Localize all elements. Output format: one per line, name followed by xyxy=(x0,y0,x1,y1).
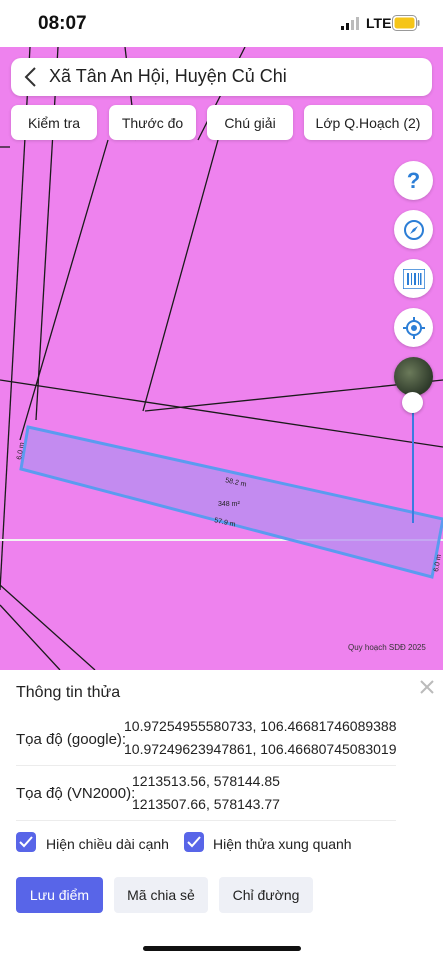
legend-button[interactable]: Chú giải xyxy=(207,105,293,140)
barcode-icon xyxy=(402,268,425,289)
checkmark-icon xyxy=(19,836,33,848)
area-label: 348 m² xyxy=(218,501,240,508)
home-indicator[interactable] xyxy=(143,946,301,951)
show-edge-length-checkbox[interactable] xyxy=(16,832,36,852)
parcel-info-panel: Thông tin thửa Tọa độ (google): 10.97254… xyxy=(0,670,443,960)
checkmark-icon xyxy=(187,836,201,848)
vn2000-coord-line-1: 1213513.56, 578144.85 xyxy=(132,773,280,789)
map-view[interactable]: 58.2 m 348 m² 57.9 m 6.0 m 6.0 m Xã Tân … xyxy=(0,47,443,670)
network-label: LTE xyxy=(366,15,392,31)
search-bar[interactable]: Xã Tân An Hội, Huyện Củ Chi xyxy=(11,58,432,96)
opacity-slider-handle[interactable] xyxy=(402,392,423,413)
vn2000-coord-line-2: 1213507.66, 578143.77 xyxy=(132,796,280,812)
ruler-button[interactable]: Thước đo xyxy=(109,105,196,140)
help-icon: ? xyxy=(406,167,421,193)
vn2000-coords-label: Tọa độ (VN2000): xyxy=(16,785,136,802)
barcode-button[interactable] xyxy=(394,259,433,298)
show-neighbors-checkbox[interactable] xyxy=(184,832,204,852)
signal-bars-icon xyxy=(341,17,359,30)
save-point-button[interactable]: Lưu điểm xyxy=(16,877,103,913)
status-time: 08:07 xyxy=(38,13,87,34)
show-neighbors-label[interactable]: Hiện thửa xung quanh xyxy=(213,836,352,852)
panel-title: Thông tin thửa xyxy=(16,684,121,701)
parcel-map: 58.2 m 348 m² 57.9 m 6.0 m 6.0 m xyxy=(0,47,443,670)
google-coords-label: Tọa độ (google): xyxy=(16,731,127,748)
divider xyxy=(16,765,396,766)
status-bar: 08:07 LTE xyxy=(0,0,443,47)
show-edge-length-label[interactable]: Hiện chiều dài cạnh xyxy=(46,836,169,852)
map-credit: Quy hoạch SDĐ 2025 xyxy=(348,643,426,652)
battery-icon xyxy=(392,15,420,31)
divider xyxy=(16,820,396,821)
opacity-slider-track[interactable] xyxy=(412,401,414,523)
google-coord-line-1: 10.97254955580733, 106.46681746089388 xyxy=(124,718,397,734)
close-icon[interactable] xyxy=(420,680,434,694)
compass-icon xyxy=(403,219,424,240)
google-coord-line-2: 10.97249623947861, 106.46680745083019 xyxy=(124,741,397,757)
satellite-thumbnail[interactable] xyxy=(394,357,433,396)
help-button[interactable]: ? xyxy=(394,161,433,200)
locate-button[interactable] xyxy=(394,308,433,347)
directions-button[interactable]: Chỉ đường xyxy=(219,877,313,913)
planning-layer-button[interactable]: Lớp Q.Hoạch (2) xyxy=(304,105,432,140)
share-code-button[interactable]: Mã chia sẻ xyxy=(114,877,208,913)
compass-button[interactable] xyxy=(394,210,433,249)
check-button[interactable]: Kiểm tra xyxy=(11,105,97,140)
locate-icon xyxy=(402,316,425,339)
location-title: Xã Tân An Hội, Huyện Củ Chi xyxy=(49,66,287,86)
chevron-left-icon[interactable] xyxy=(23,66,39,88)
